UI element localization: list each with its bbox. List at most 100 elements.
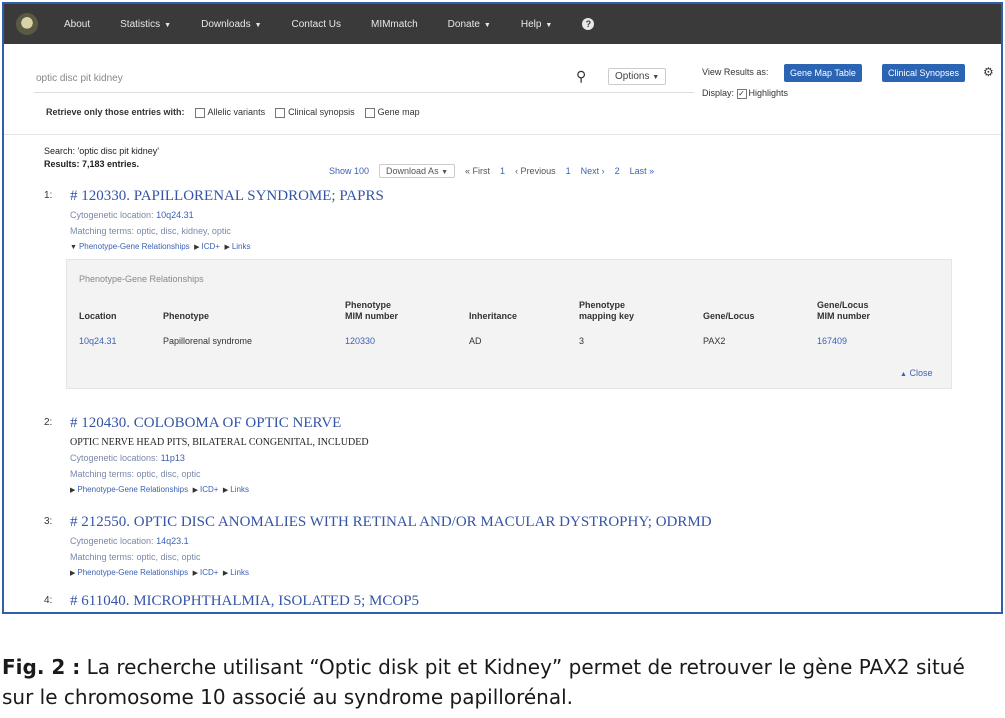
cytogenetic-location: Cytogenetic location: 10q24.31 (70, 210, 194, 220)
entry-links: ▶ Phenotype-Gene Relationships ▶ ICD+ ▶ Lin… (70, 568, 249, 577)
nav-item-about[interactable]: About (64, 19, 90, 30)
last-page-link[interactable]: Last » (630, 166, 655, 176)
alternative-title: OPTIC NERVE HEAD PITS, BILATERAL CONGENI… (70, 437, 369, 448)
entry-links: ▼ Phenotype-Gene Relationships ▶ ICD+ ▶ Lin… (70, 242, 251, 251)
triangle-right-icon: ▶ (70, 570, 76, 577)
col-location: Location (79, 311, 117, 321)
entry-number: 3: (44, 516, 53, 527)
page-2-link[interactable]: 2 (615, 166, 620, 176)
cyto-link[interactable]: 11p13 (161, 453, 185, 463)
search-input[interactable] (34, 64, 568, 92)
options-dropdown[interactable]: Options ▼ (608, 68, 667, 85)
results-count: Results: 7,183 entries. (44, 159, 140, 169)
icd-link[interactable]: ICD+ (202, 242, 220, 251)
highlights-checkbox[interactable]: ✓ (736, 88, 747, 99)
divider (4, 134, 1001, 135)
page-1-link[interactable]: 1 (500, 166, 505, 176)
links-link[interactable]: Links (230, 568, 249, 577)
first-page-link[interactable]: « First (465, 166, 490, 176)
cytogenetic-location: Cytogenetic location: 14q23.1 (70, 536, 189, 546)
col-phenotype-mim: Phenotype MIM number (345, 300, 398, 321)
chevron-down-icon: ▼ (164, 21, 172, 29)
triangle-right-icon: ▶ (222, 487, 229, 494)
cell-location[interactable]: 10q24.31 (79, 328, 163, 346)
entry-title-link[interactable]: # 120430. COLOBOMA OF OPTIC NERVE (70, 415, 341, 432)
triangle-right-icon: ▶ (222, 570, 229, 577)
previous-page-link[interactable]: ‹ Previous (515, 166, 556, 176)
cell-phenotype-mim[interactable]: 120330 (345, 328, 469, 346)
cell-gene-locus: PAX2 (703, 336, 726, 346)
next-page-link[interactable]: Next › (581, 166, 605, 176)
checkbox[interactable] (194, 107, 205, 118)
icd-link[interactable]: ICD+ (200, 568, 218, 577)
download-as-button[interactable]: Download As ▼ (379, 164, 456, 178)
nav-item-donate[interactable]: Donate ▼ (448, 19, 491, 30)
omim-logo-icon[interactable] (16, 13, 38, 35)
cell-phenotype: Papillorenal syndrome (163, 336, 253, 346)
triangle-right-icon: ▶ (224, 244, 230, 251)
cell-inheritance: AD (469, 336, 482, 346)
nav-item-mimmatch[interactable]: MIMmatch (371, 19, 418, 30)
top-navigation-bar: About Statistics ▼ Downloads ▼ Contact Us … (4, 4, 1001, 44)
cell-mapping-key: 3 (579, 336, 585, 346)
gear-icon[interactable]: ⚙ (983, 65, 994, 79)
nav-item-downloads[interactable]: Downloads ▼ (201, 19, 261, 30)
filter-allelic-variants[interactable]: Allelic variants (194, 107, 265, 118)
links-link[interactable]: Links (232, 242, 251, 251)
links-link[interactable]: Links (230, 485, 249, 494)
show-count-link[interactable]: Show 100 (329, 166, 369, 176)
chevron-down-icon: ▼ (545, 21, 553, 29)
phenotype-gene-link[interactable]: Phenotype-Gene Relationships (77, 485, 188, 494)
pagination-bar: Show 100 Download As ▼ « First 1 ‹ Previ… (329, 164, 654, 178)
entry-title-link[interactable]: # 212550. OPTIC DISC ANOMALIES WITH RETI… (70, 514, 712, 531)
chevron-down-icon: ▼ (441, 169, 449, 176)
cyto-link[interactable]: 14q23.1 (156, 536, 189, 546)
col-inheritance: Inheritance (469, 311, 518, 321)
search-summary: Search: 'optic disc pit kidney' Results:… (44, 145, 159, 171)
entry-links: ▶ Phenotype-Gene Relationships ▶ ICD+ ▶ Lin… (70, 485, 249, 494)
cell-gene-locus-mim[interactable]: 167409 (817, 328, 923, 346)
entry-title-link[interactable]: # 611040. MICROPHTHALMIA, ISOLATED 5; MC… (70, 593, 419, 610)
col-gene-locus: Gene/Locus (703, 311, 755, 321)
nav-item-help[interactable]: Help ▼ (521, 19, 553, 30)
checkbox[interactable] (275, 107, 286, 118)
help-circle-icon[interactable]: ? (582, 18, 595, 30)
caption-text: La recherche utilisant “Optic disk pit e… (2, 655, 965, 709)
nav-item-statistics[interactable]: Statistics ▼ (120, 19, 171, 30)
col-mapping-key: Phenotype mapping key (579, 300, 635, 321)
gene-map-table-button[interactable]: Gene Map Table (784, 64, 862, 82)
search-query-line: Search: 'optic disc pit kidney' (44, 146, 159, 156)
entry-filters: Retrieve only those entries with: Alleli… (46, 107, 420, 118)
cyto-link[interactable]: 10q24.31 (156, 210, 194, 220)
current-page[interactable]: 1 (566, 166, 571, 176)
entry-title-link[interactable]: # 120330. PAPILLORENAL SYNDROME; PAPRS (70, 188, 384, 205)
chevron-down-icon: ▼ (652, 74, 660, 81)
omim-screenshot-frame: About Statistics ▼ Downloads ▼ Contact Us … (2, 2, 1003, 614)
close-panel-link[interactable]: ▲ Close (900, 368, 932, 378)
chevron-down-icon: ▼ (254, 21, 262, 29)
triangle-right-icon: ▶ (192, 487, 198, 494)
entry-number: 2: (44, 417, 53, 428)
triangle-right-icon: ▶ (192, 570, 198, 577)
table-row: 10q24.31 Papillorenal syndrome 120330 AD… (79, 328, 923, 346)
phenotype-gene-relationships-panel: Phenotype-Gene Relationships Location Ph… (66, 259, 952, 389)
phenotype-gene-link[interactable]: Phenotype-Gene Relationships (79, 242, 190, 251)
clinical-synopses-button[interactable]: Clinical Synopses (882, 64, 966, 82)
filter-gene-map[interactable]: Gene map (364, 107, 420, 118)
icd-link[interactable]: ICD+ (200, 485, 218, 494)
triangle-right-icon: ▶ (194, 244, 200, 251)
chevron-down-icon: ▼ (483, 21, 491, 29)
nav-item-contact-us[interactable]: Contact Us (292, 19, 341, 30)
cytogenetic-location: Cytogenetic locations: 11p13 (70, 453, 185, 463)
filter-clinical-synopsis[interactable]: Clinical synopsis (275, 107, 355, 118)
phenotype-gene-table: Location Phenotype Phenotype MIM number … (79, 300, 923, 346)
matching-terms: Matching terms: optic, disc, optic (70, 469, 201, 479)
figure-caption: Fig. 2 : La recherche utilisant “Optic d… (2, 652, 1002, 712)
caption-label: Fig. 2 : (2, 655, 81, 679)
phenotype-gene-link[interactable]: Phenotype-Gene Relationships (77, 568, 188, 577)
view-results-label: View Results as: (702, 67, 769, 77)
search-icon[interactable]: ⚲ (576, 68, 586, 85)
filter-label: Retrieve only those entries with: (46, 107, 185, 118)
matching-terms: Matching terms: optic, disc, kidney, opt… (70, 226, 231, 236)
checkbox[interactable] (364, 107, 375, 118)
